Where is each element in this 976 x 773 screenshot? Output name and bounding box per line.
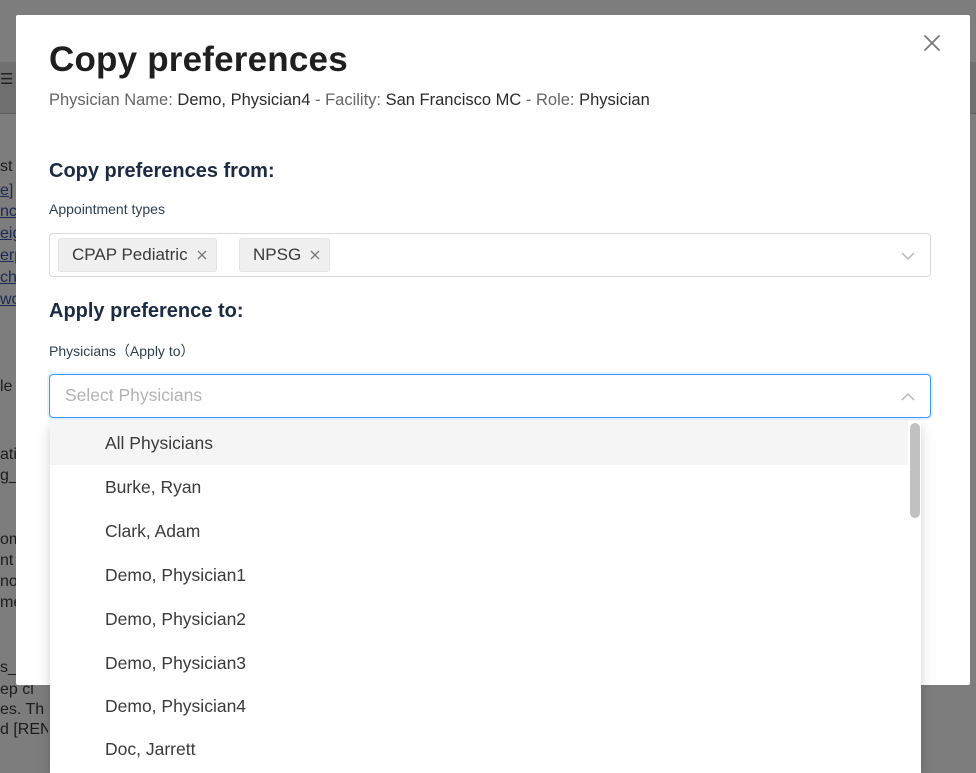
background-text: nt <box>0 552 14 569</box>
chevron-up-icon[interactable] <box>900 389 916 405</box>
dropdown-scrollbar[interactable] <box>908 421 921 773</box>
tag-npsg: NPSG <box>239 238 331 272</box>
close-icon[interactable] <box>920 31 944 55</box>
option-burke-ryan[interactable]: Burke, Ryan <box>50 465 908 509</box>
background-link: nc <box>0 203 16 220</box>
background-text: d [REN <box>0 721 48 738</box>
option-all-physicians[interactable]: All Physicians <box>50 421 908 465</box>
background-text: s_c <box>0 659 16 676</box>
modal-title: Copy preferences <box>49 40 348 79</box>
apply-to-heading: Apply preference to: <box>49 300 244 322</box>
subtitle-separator: - <box>314 91 321 109</box>
option-demo-physician3[interactable]: Demo, Physician3 <box>50 641 908 685</box>
background-link: eig <box>0 225 16 242</box>
tag-label: NPSG <box>253 245 302 264</box>
background-link: erp <box>0 247 16 264</box>
background-text: g_ <box>0 467 16 484</box>
role-label: Role: <box>536 91 575 109</box>
background-link: wo <box>0 291 16 308</box>
modal-subtitle: Physician Name: Demo, Physician4 - Facil… <box>49 91 650 110</box>
background-text: om <box>0 531 16 548</box>
option-demo-physician2[interactable]: Demo, Physician2 <box>50 597 908 641</box>
option-clark-adam[interactable]: Clark, Adam <box>50 509 908 553</box>
background-text: es. Th <box>0 701 45 718</box>
appointment-types-label: Appointment types <box>49 201 165 217</box>
background-text: no <box>0 573 16 590</box>
background-menu-icon: ☰ <box>0 71 14 88</box>
background-text: me <box>0 594 16 611</box>
facility-value: San Francisco MC <box>385 91 522 109</box>
facility-label: Facility: <box>325 91 381 109</box>
physician-name-label: Physician Name: <box>49 91 173 109</box>
physicians-dropdown: All Physicians Burke, Ryan Clark, Adam D… <box>50 421 921 773</box>
tag-remove-icon[interactable] <box>196 249 208 261</box>
chevron-down-icon[interactable] <box>900 248 916 264</box>
tag-label: CPAP Pediatric <box>72 245 188 264</box>
physicians-label: Physicians（Apply to） <box>49 343 195 359</box>
tag-remove-icon[interactable] <box>309 249 321 261</box>
option-doc-jarrett[interactable]: Doc, Jarrett <box>50 727 908 771</box>
role-value: Physician <box>579 91 650 109</box>
background-text: st <box>0 158 13 175</box>
background-text: ati <box>0 446 16 463</box>
copy-from-heading: Copy preferences from: <box>49 160 275 182</box>
physicians-select[interactable]: Select Physicians <box>49 374 931 418</box>
physician-name-value: Demo, Physician4 <box>177 91 311 109</box>
physicians-placeholder: Select Physicians <box>65 385 203 405</box>
option-demo-physician1[interactable]: Demo, Physician1 <box>50 553 908 597</box>
option-demo-physician4[interactable]: Demo, Physician4 <box>50 684 908 728</box>
appointment-types-select[interactable]: CPAP Pediatric NPSG <box>49 233 931 277</box>
subtitle-separator: - <box>525 91 532 109</box>
background-link: e] <box>0 182 14 199</box>
background-link: chi <box>0 269 16 286</box>
tag-cpap-pediatric: CPAP Pediatric <box>58 238 217 272</box>
background-text: le <box>0 378 13 395</box>
scrollbar-thumb[interactable] <box>910 423 920 518</box>
